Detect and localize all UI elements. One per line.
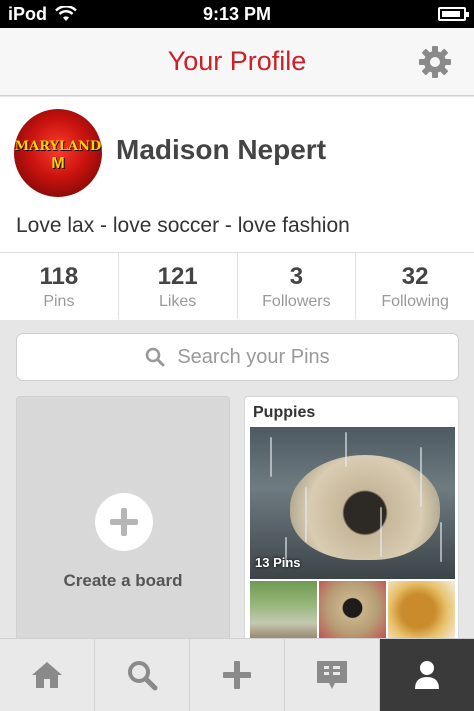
stat-followers[interactable]: 3 Followers [238, 253, 357, 319]
profile-name: Madison Nepert [116, 134, 327, 165]
news-icon [317, 661, 347, 689]
stat-following[interactable]: 32 Following [356, 253, 474, 319]
stat-value: 32 [401, 263, 429, 290]
board-title: Puppies [253, 404, 316, 421]
stat-pins[interactable]: 118 Pins [0, 253, 119, 319]
profile-bio: Love lax - love soccer - love fashion [16, 214, 350, 237]
stat-likes[interactable]: 121 Likes [119, 253, 238, 319]
board-thumbnail [388, 581, 455, 641]
profile-card: MARYLAND M Madison Nepert Love lax - lov… [0, 97, 474, 320]
stat-value: 118 [39, 263, 79, 290]
create-board-tile[interactable]: Create a board [16, 396, 230, 656]
stat-value: 121 [157, 263, 198, 290]
search-input[interactable]: Search your Pins [16, 333, 459, 381]
tab-profile[interactable] [380, 639, 474, 711]
plus-icon [95, 493, 153, 551]
stat-label: Followers [262, 293, 331, 310]
board-pin-count: 13 Pins [255, 555, 301, 570]
gear-icon[interactable] [418, 45, 452, 79]
search-icon [128, 661, 158, 691]
create-board-label: Create a board [63, 571, 183, 590]
tab-news[interactable] [285, 639, 380, 711]
battery-icon [438, 7, 469, 21]
stat-label: Pins [43, 293, 75, 310]
avatar-logo-mark: M [51, 155, 65, 172]
board-thumbnail [319, 581, 386, 641]
tab-search[interactable] [95, 639, 190, 711]
tab-add[interactable] [190, 639, 285, 711]
pug-photo [290, 455, 440, 560]
plus-icon [223, 661, 251, 689]
search-icon [146, 347, 165, 367]
page-title: Your Profile [167, 46, 307, 76]
board-thumbnail [250, 581, 317, 641]
stat-label: Following [381, 293, 449, 310]
person-icon [415, 661, 439, 689]
avatar[interactable]: MARYLAND M [14, 109, 102, 197]
carrier-label: iPod [8, 3, 47, 24]
nav-header: Your Profile [0, 28, 474, 96]
tab-bar [0, 638, 474, 711]
avatar-logo-text: MARYLAND [14, 139, 102, 154]
wifi-icon [55, 6, 77, 21]
status-bar: iPod 9:13 PM [0, 0, 474, 28]
home-icon [32, 662, 62, 688]
stat-value: 3 [289, 263, 304, 290]
board-tile[interactable]: Puppies 13 Pins [244, 396, 459, 656]
tab-home[interactable] [0, 639, 95, 711]
stats-bar: 118 Pins 121 Likes 3 Followers 32 Follow… [0, 252, 474, 319]
search-placeholder: Search your Pins [177, 345, 330, 368]
stat-label: Likes [158, 293, 197, 310]
